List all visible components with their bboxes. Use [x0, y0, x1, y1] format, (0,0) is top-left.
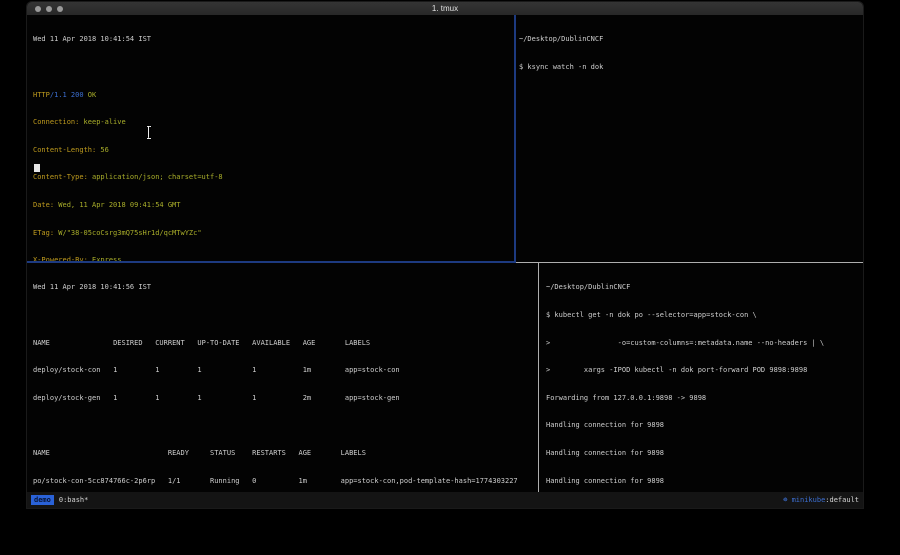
- command-continuation-line: > xargs -IPOD kubectl -n dok port-forwar…: [546, 366, 867, 375]
- session-name-badge[interactable]: demo: [31, 495, 54, 505]
- cwd-line: ~/Desktop/DublinCNCF: [519, 35, 863, 44]
- mouse-cursor-ibeam: [146, 126, 151, 139]
- pod-table-header: NAME READY STATUS RESTARTS AGE LABELS: [33, 449, 541, 458]
- command-line: $ ksync watch -n dok: [519, 63, 863, 72]
- table-row: deploy/stock-gen 1 1 1 1 2m app=stock-ge…: [33, 394, 541, 403]
- http-header-line: Date:Wed, 11 Apr 2018 09:41:54 GMT: [33, 201, 517, 210]
- terminal-cursor: [34, 164, 40, 172]
- pane-port-forward[interactable]: ~/Desktop/DublinCNCF $ kubectl get -n do…: [540, 263, 867, 493]
- table-row: deploy/stock-con 1 1 1 1 1m app=stock-co…: [33, 366, 541, 375]
- window-title: 1. tmux: [27, 4, 863, 13]
- terminal-window: 1. tmux Wed 11 Apr 2018 10:41:54 IST HTT…: [27, 2, 863, 508]
- kube-namespace: :default: [825, 496, 859, 504]
- pane-divider-vertical-bottom[interactable]: [538, 263, 539, 492]
- tmux-status-bar: demo 0:bash* ☸ minikube:default: [27, 492, 863, 508]
- pane-kubectl-resources[interactable]: Wed 11 Apr 2018 10:41:56 IST NAME DESIRE…: [29, 263, 541, 493]
- pane-divider-vertical-top[interactable]: [514, 15, 516, 262]
- command-continuation-line: > -o=custom-columns=:metadata.name --no-…: [546, 339, 867, 348]
- table-row: po/stock-con-5cc874766c-2p6rp 1/1 Runnin…: [33, 477, 541, 486]
- output-line: Handling connection for 9898: [546, 477, 867, 486]
- pane-http-response[interactable]: Wed 11 Apr 2018 10:41:54 IST HTTP/1.1 20…: [29, 15, 517, 263]
- timestamp-line: Wed 11 Apr 2018 10:41:54 IST: [33, 35, 517, 44]
- pane-divider-horizontal-right[interactable]: [516, 262, 863, 263]
- cwd-line: ~/Desktop/DublinCNCF: [546, 283, 867, 292]
- output-line: Handling connection for 9898: [546, 449, 867, 458]
- deploy-table-header: NAME DESIRED CURRENT UP-TO-DATE AVAILABL…: [33, 339, 541, 348]
- http-status-line: HTTP/1.1 200OK: [33, 91, 517, 100]
- output-line: Handling connection for 9898: [546, 421, 867, 430]
- window-titlebar[interactable]: 1. tmux: [27, 2, 863, 15]
- http-header-line: Content-Type:application/json; charset=u…: [33, 173, 517, 182]
- kube-context-name: minikube: [792, 496, 826, 504]
- pane-ksync[interactable]: ~/Desktop/DublinCNCF $ ksync watch -n do…: [517, 15, 863, 263]
- pane-divider-horizontal-left[interactable]: [27, 261, 516, 263]
- http-header-line: Content-Length:56: [33, 146, 517, 155]
- output-line: Forwarding from 127.0.0.1:9898 -> 9898: [546, 394, 867, 403]
- timestamp-line: Wed 11 Apr 2018 10:41:56 IST: [33, 283, 541, 292]
- command-line: $ kubectl get -n dok po --selector=app=s…: [546, 311, 867, 320]
- window-list-item-active[interactable]: 0:bash*: [59, 496, 89, 504]
- http-header-line: ETag:W/"38-05coCsrg3mQ75sHr1d/qcMTwYZc": [33, 229, 517, 238]
- status-right: ☸ minikube:default: [783, 496, 859, 504]
- http-header-line: Connection:keep-alive: [33, 118, 517, 127]
